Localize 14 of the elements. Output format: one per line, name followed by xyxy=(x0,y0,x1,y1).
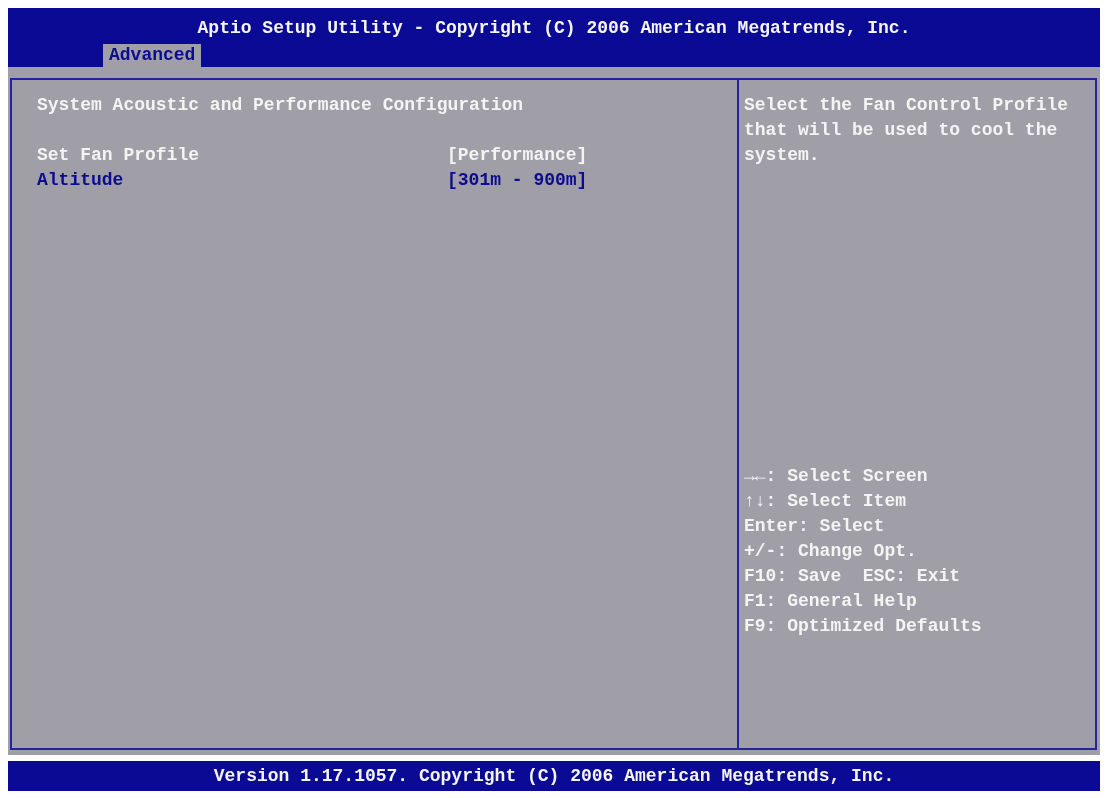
key-hint: →←: Select Screen xyxy=(744,465,928,488)
setting-value[interactable]: [301m - 900m] xyxy=(447,168,588,193)
section-heading: System Acoustic and Performance Configuration xyxy=(37,94,524,117)
tab[interactable]: Advanced xyxy=(103,44,202,67)
key-hint: F10: Save ESC: Exit xyxy=(744,565,961,588)
setting-label[interactable]: Altitude xyxy=(37,168,124,193)
window-title: Aptio Setup Utility - Copyright (C) 2006 American Megatrends, Inc. xyxy=(196,17,912,39)
key-hint: Enter: Select xyxy=(744,515,885,538)
key-hint: ↑↓: Select Item xyxy=(744,490,907,513)
key-hint: +/-: Change Opt. xyxy=(744,540,917,563)
version-text: Version 1.17.1057. Copyright (C) 2006 American Megatrends, Inc. xyxy=(213,766,895,786)
key-hint: F9: Optimized Defaults xyxy=(744,615,982,638)
key-hint: F1: General Help xyxy=(744,590,917,613)
help-text: Select the Fan Control Profile that will be used to cool the system. xyxy=(744,94,1070,167)
